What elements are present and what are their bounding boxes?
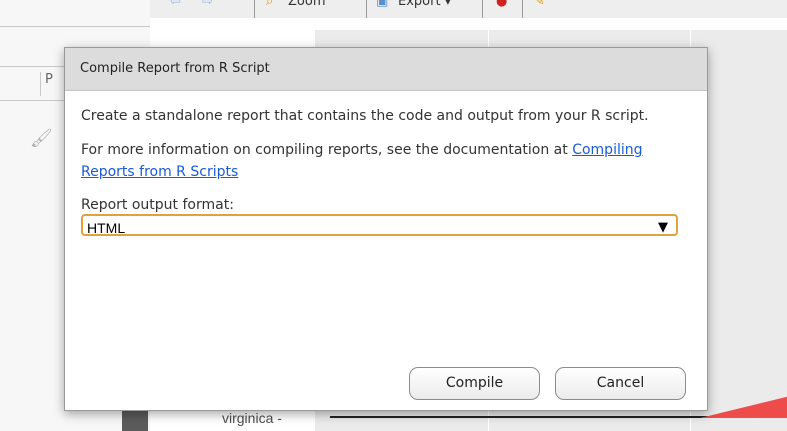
cancel-button[interactable]: Cancel [555, 367, 686, 400]
forward-arrow-icon[interactable]: ⇨ [202, 0, 213, 9]
dialog-title: Compile Report from R Script [65, 48, 707, 91]
format-label: Report output format: [81, 197, 234, 213]
dialog-body: Create a standalone report that contains… [65, 91, 707, 236]
brush-icon[interactable]: 🖌 [30, 128, 54, 150]
scroll-bar[interactable] [122, 408, 148, 431]
export-icon: ▣ [376, 0, 389, 9]
info-text: For more information on compiling report… [81, 142, 573, 158]
pane-tab[interactable]: P [40, 72, 57, 96]
output-format-select[interactable]: HTML ▼ [81, 214, 678, 236]
back-arrow-icon[interactable]: ⇦ [170, 0, 181, 9]
output-format-value: HTML [87, 220, 126, 236]
axis-tick-label: virginica - [222, 410, 282, 426]
plot-toolbar: ⇦ ⇨ ⌕ Zoom ▣ Export ▾ ● ✎ [150, 0, 787, 19]
zoom-button[interactable]: Zoom [288, 0, 325, 9]
export-button[interactable]: Export ▾ [398, 0, 451, 9]
remove-plot-icon[interactable]: ● [496, 0, 507, 9]
dialog-info: For more information on compiling report… [81, 139, 661, 183]
clear-plots-icon[interactable]: ✎ [534, 0, 545, 9]
zoom-icon: ⌕ [266, 0, 274, 9]
compile-report-dialog: Compile Report from R Script Create a st… [64, 47, 708, 411]
pane-divider [0, 26, 150, 27]
plot-shape [700, 396, 787, 418]
dialog-description: Create a standalone report that contains… [81, 108, 649, 124]
compile-button[interactable]: Compile [409, 367, 540, 400]
dropdown-arrow-icon: ▼ [658, 220, 668, 235]
